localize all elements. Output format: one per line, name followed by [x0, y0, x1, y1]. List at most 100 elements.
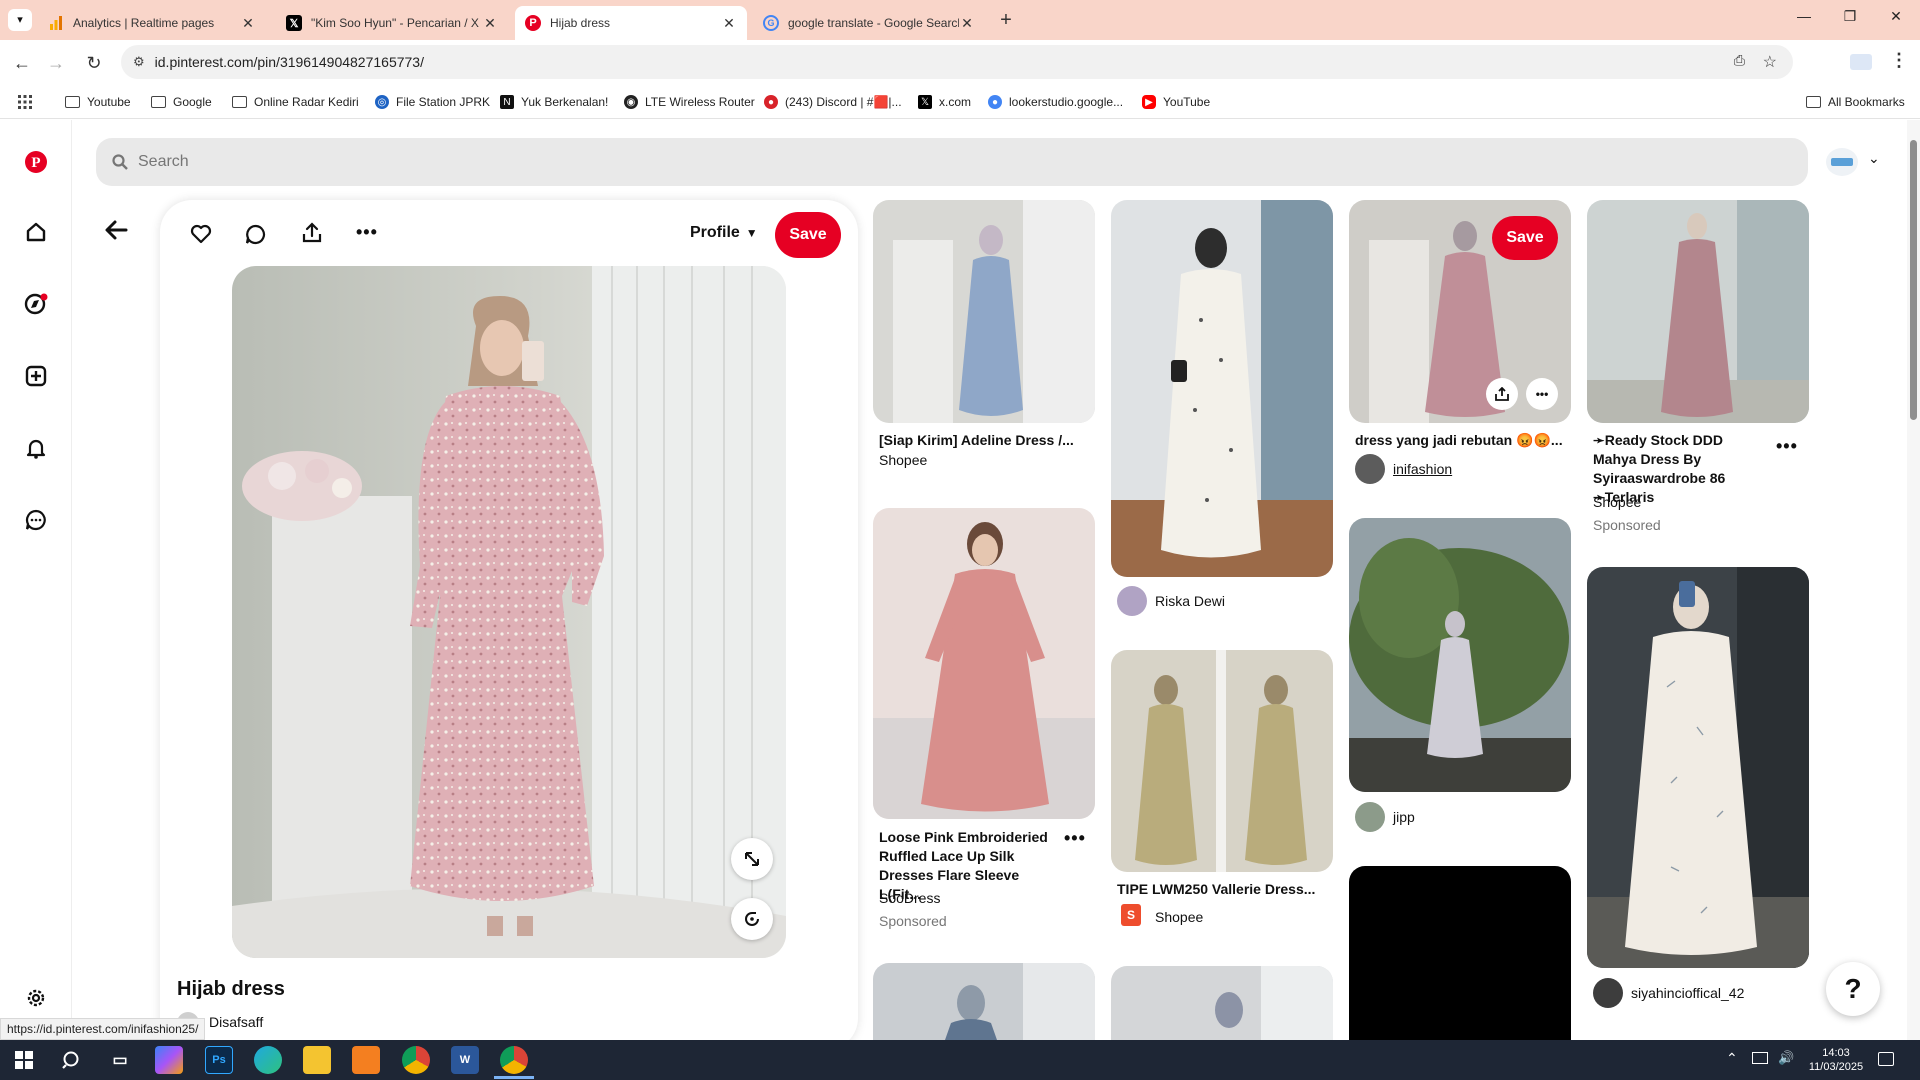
pin-image[interactable] — [232, 266, 786, 958]
feed-pin-source[interactable]: Shopee — [879, 452, 927, 468]
tab-x-search[interactable]: 𝕏 "Kim Soo Hyun" - Pencarian / X ✕ — [276, 6, 508, 40]
more-options-icon[interactable]: ••• — [1064, 828, 1086, 849]
tab-search-button[interactable]: ▾ — [8, 9, 32, 31]
feed-pin-image[interactable] — [1111, 200, 1333, 577]
back-arrow-icon[interactable] — [104, 218, 128, 249]
feed-pin-image[interactable] — [873, 508, 1095, 819]
help-button[interactable]: ? — [1826, 962, 1880, 1016]
feed-pin-source[interactable]: Shopee — [1155, 909, 1203, 925]
account-chevron-down-icon[interactable]: ⌄ — [1868, 150, 1880, 167]
bookmark-file-station[interactable]: ◎ File Station JPRK — [375, 91, 490, 113]
restore-button[interactable]: ❐ — [1836, 8, 1864, 32]
volume-icon[interactable]: 🔊 — [1778, 1050, 1794, 1066]
feed-pin-title[interactable]: [Siap Kirim] Adeline Dress /... — [879, 431, 1079, 450]
task-view-icon[interactable]: ▭ — [106, 1046, 134, 1074]
bookmark-youtube[interactable]: ▶ YouTube — [1142, 91, 1210, 113]
feed-pin-user[interactable]: Riska Dewi — [1155, 593, 1225, 609]
menu-kebab-icon[interactable]: ⋮ — [1890, 50, 1908, 71]
all-bookmarks[interactable]: All Bookmarks — [1806, 91, 1905, 113]
feed-save-button[interactable]: Save — [1492, 216, 1558, 260]
apps-grid-icon[interactable] — [18, 95, 32, 109]
sublime-icon[interactable] — [352, 1046, 380, 1074]
close-tab-icon[interactable]: ✕ — [240, 15, 256, 32]
tab-hijab-dress[interactable]: P Hijab dress ✕ — [515, 6, 747, 40]
scrollbar-thumb[interactable] — [1910, 140, 1917, 420]
new-tab-button[interactable]: + — [993, 8, 1019, 32]
notifications-icon[interactable] — [1878, 1052, 1894, 1066]
bookmark-x[interactable]: 𝕏x.com — [918, 91, 971, 113]
more-options-icon[interactable]: ••• — [1776, 436, 1798, 457]
profile-dropdown[interactable]: Profile ▼ — [690, 224, 758, 242]
feed-pin-image[interactable] — [1349, 518, 1571, 792]
windows-start-icon[interactable] — [10, 1046, 38, 1074]
feed-pin-video[interactable] — [1349, 866, 1571, 1040]
file-explorer-icon[interactable] — [303, 1046, 331, 1074]
notifications-bell-icon[interactable] — [22, 434, 50, 462]
close-tab-icon[interactable]: ✕ — [482, 15, 498, 32]
visual-search-icon[interactable] — [731, 898, 773, 940]
close-tab-icon[interactable]: ✕ — [721, 15, 737, 32]
site-info-icon[interactable]: ⚙ — [133, 54, 145, 70]
user-avatar[interactable] — [1355, 802, 1385, 832]
bookmark-yuk-berkenalan[interactable]: N Yuk Berkenalan! — [500, 91, 608, 113]
home-icon[interactable] — [22, 218, 50, 246]
bookmark-lte-router[interactable]: ◉ LTE Wireless Router — [624, 91, 755, 113]
copilot-icon[interactable] — [155, 1046, 183, 1074]
feed-pin-title[interactable]: dress yang jadi rebutan 😡😡... — [1355, 431, 1565, 450]
save-button[interactable]: Save — [775, 212, 841, 258]
expand-icon[interactable] — [731, 838, 773, 880]
feed-pin-image[interactable] — [873, 963, 1095, 1040]
address-bar[interactable]: ⚙ id.pinterest.com/pin/31961490482716577… — [121, 45, 1793, 79]
user-avatar[interactable] — [1117, 586, 1147, 616]
edge-icon[interactable] — [254, 1046, 282, 1074]
photoshop-icon[interactable]: Ps — [205, 1046, 233, 1074]
explore-icon[interactable] — [22, 290, 50, 318]
heart-icon[interactable] — [190, 224, 212, 247]
search-bar[interactable] — [96, 138, 1808, 186]
pinterest-logo-icon[interactable]: P — [22, 148, 50, 176]
install-app-icon[interactable]: ⎙ — [1734, 52, 1745, 69]
create-icon[interactable] — [22, 362, 50, 390]
word-icon[interactable]: W — [451, 1046, 479, 1074]
feed-pin-image[interactable] — [873, 200, 1095, 423]
comment-icon[interactable] — [245, 224, 267, 249]
close-window-button[interactable]: ✕ — [1882, 8, 1910, 32]
chrome-active-icon[interactable] — [500, 1046, 528, 1074]
more-options-icon[interactable]: ••• — [1526, 378, 1558, 410]
extension-icon[interactable] — [1850, 54, 1872, 70]
tab-google-translate[interactable]: G google translate - Google Search ✕ — [753, 6, 985, 40]
tray-chevron-up-icon[interactable]: ⌃ — [1726, 1050, 1738, 1067]
feed-pin-image[interactable] — [1111, 966, 1333, 1040]
feed-pin-source[interactable]: SooDress — [879, 890, 940, 906]
user-avatar[interactable] — [1593, 978, 1623, 1008]
network-icon[interactable] — [1752, 1052, 1768, 1064]
search-input[interactable] — [138, 153, 738, 171]
settings-gear-icon[interactable] — [22, 984, 50, 1012]
address-url[interactable]: id.pinterest.com/pin/319614904827165773/ — [155, 54, 424, 70]
feed-pin-title[interactable]: TIPE LWM250 Vallerie Dress... — [1117, 880, 1327, 899]
feed-pin-user[interactable]: siyahincioffical_42 — [1631, 985, 1744, 1001]
feed-pin-image[interactable] — [1111, 650, 1333, 872]
bookmark-youtube-folder[interactable]: Youtube — [65, 91, 131, 113]
user-avatar[interactable] — [1355, 454, 1385, 484]
page-scrollbar[interactable] — [1907, 120, 1920, 1040]
forward-button[interactable]: → — [44, 51, 68, 75]
feed-pin-source[interactable]: Shopee — [1593, 494, 1641, 510]
feed-pin-image[interactable] — [1587, 200, 1809, 423]
share-icon[interactable] — [301, 222, 323, 247]
chrome-icon[interactable] — [402, 1046, 430, 1074]
bookmark-discord[interactable]: ● (243) Discord | #🟥|... — [764, 91, 902, 113]
account-avatar[interactable] — [1826, 148, 1858, 176]
search-icon[interactable] — [58, 1046, 86, 1074]
reload-button[interactable]: ↻ — [82, 51, 106, 75]
tab-analytics[interactable]: Analytics | Realtime pages ✕ — [38, 6, 266, 40]
pin-author[interactable]: Disafsaff — [209, 1014, 263, 1030]
messages-icon[interactable] — [22, 506, 50, 534]
feed-pin-user[interactable]: inifashion — [1393, 461, 1452, 477]
bookmark-google-folder[interactable]: Google — [151, 91, 212, 113]
clock[interactable]: 14:03 11/03/2025 — [1806, 1046, 1866, 1074]
share-icon[interactable] — [1486, 378, 1518, 410]
more-options-icon[interactable]: ••• — [356, 222, 378, 243]
back-button[interactable]: ← — [10, 51, 34, 75]
bookmark-star-icon[interactable]: ☆ — [1763, 52, 1777, 72]
